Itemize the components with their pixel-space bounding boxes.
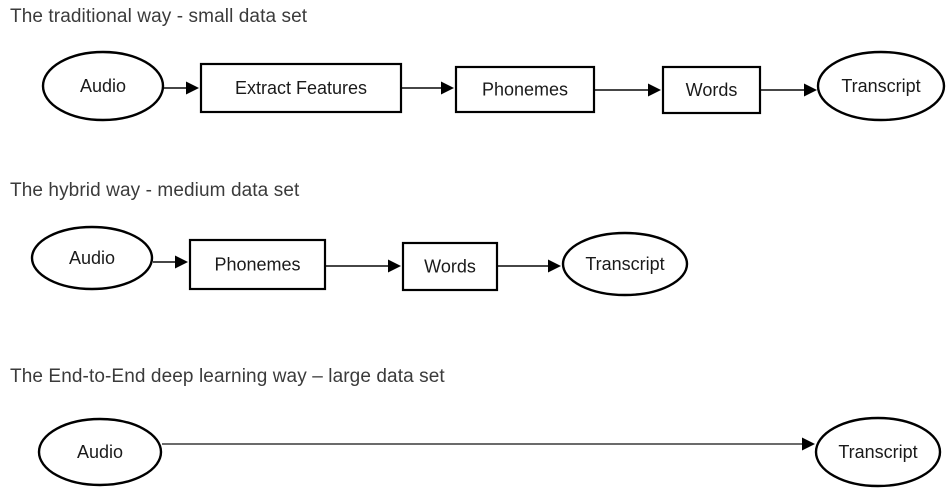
arrow-head [186,81,199,95]
node-r3-transcript[interactable]: Transcript [814,416,942,488]
arrow-r3-audio-to-r3-transcript [162,437,815,451]
node-label: Transcript [841,76,920,96]
node-r1-phonemes[interactable]: Phonemes [454,65,596,114]
arrow-r2-phonemes-to-r2-words [326,259,401,273]
arrow-r2-audio-to-r2-phonemes [153,255,188,269]
node-r2-phonemes[interactable]: Phonemes [188,238,327,291]
pipeline-row-end-to-end: Audio Transcript [37,416,942,488]
arrow-r1-phonemes-to-r1-words [595,83,661,97]
node-label: Audio [77,442,123,462]
node-label: Audio [69,248,115,268]
node-r1-extract-features[interactable]: Extract Features [199,62,403,114]
node-label: Phonemes [214,254,300,274]
arrow-head [388,259,401,273]
diagram-canvas: The traditional way - small data set The… [0,0,950,500]
node-label: Words [686,80,738,100]
arrow-r1-audio-to-r1-extract-features [164,81,199,95]
node-label: Transcript [838,442,917,462]
node-r2-audio[interactable]: Audio [30,225,154,291]
node-r1-audio[interactable]: Audio [41,50,165,122]
arrow-head [441,81,454,95]
node-r1-words[interactable]: Words [661,65,762,115]
node-label: Transcript [585,254,664,274]
arrow-r1-extract-features-to-r1-phonemes [402,81,454,95]
arrow-head [802,437,815,451]
arrow-r1-words-to-r1-transcript [761,83,817,97]
arrow-head [648,83,661,97]
arrow-r2-words-to-r2-transcript [498,259,561,273]
node-r2-words[interactable]: Words [401,241,499,292]
node-r3-audio[interactable]: Audio [37,417,163,487]
arrow-head [804,83,817,97]
node-label: Extract Features [235,78,367,98]
node-r2-transcript[interactable]: Transcript [561,231,689,297]
pipeline-flow-layer: Audio Extract Features Phonemes Words Transc… [30,50,946,488]
arrow-head [548,259,561,273]
node-r1-transcript[interactable]: Transcript [816,50,946,122]
node-label: Words [424,256,476,276]
pipeline-row-hybrid: Audio Phonemes Words Transcript [30,225,689,297]
node-label: Audio [80,76,126,96]
arrow-head [175,255,188,269]
pipeline-row-traditional: Audio Extract Features Phonemes Words Transc… [41,50,946,122]
node-label: Phonemes [482,79,568,99]
